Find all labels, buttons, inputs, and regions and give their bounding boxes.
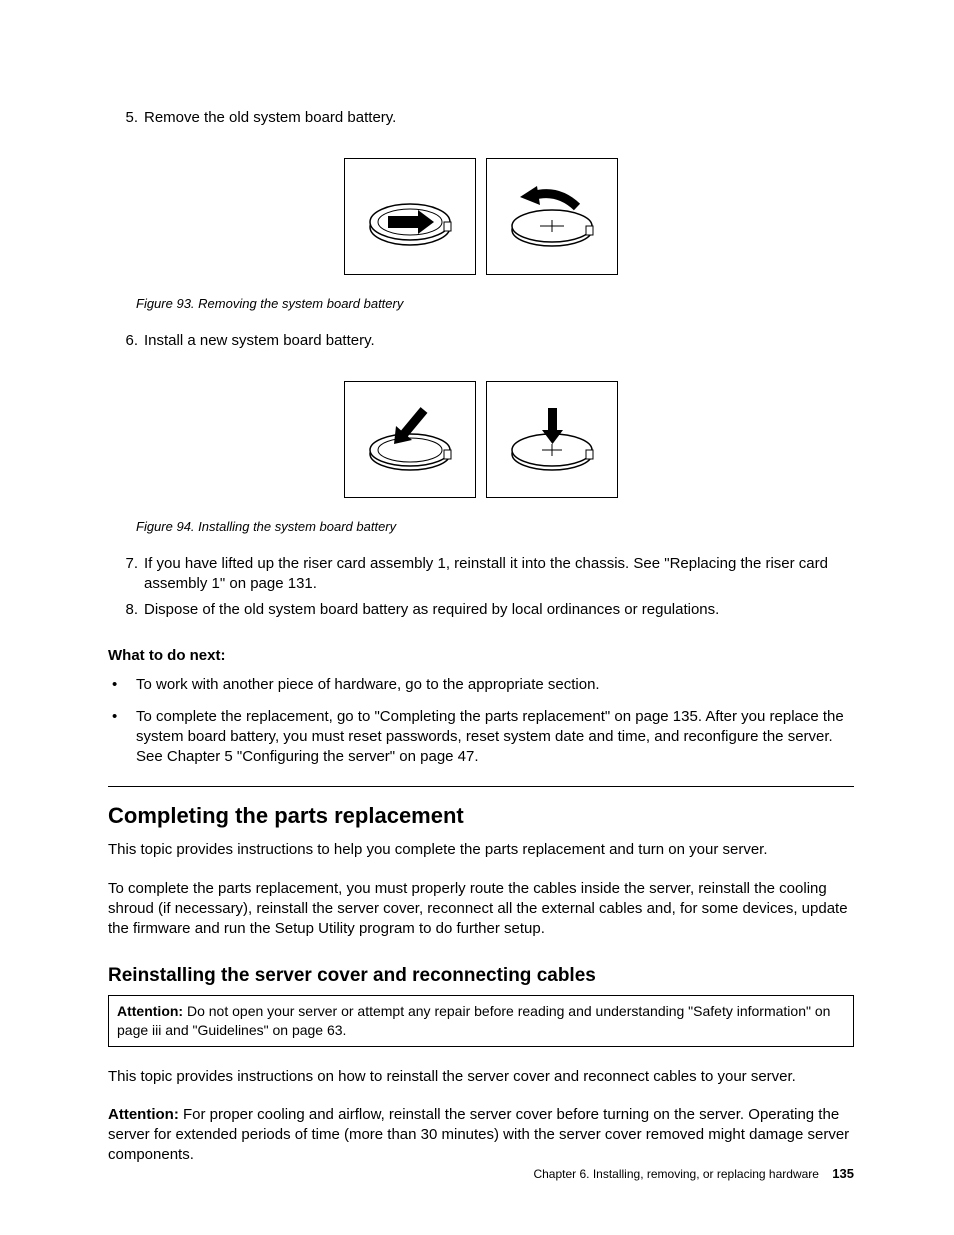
figure-93-caption: Figure 93. Removing the system board bat… [136,295,854,313]
battery-remove-lift-icon [486,158,618,275]
section-divider [108,786,854,787]
step-5: 5. Remove the old system board battery. [108,108,854,128]
bullet-text: To complete the replacement, go to "Comp… [136,707,854,768]
section-heading-completing: Completing the parts replacement [108,801,854,831]
attention-box: Attention: Do not open your server or at… [108,995,854,1047]
paragraph: To complete the parts replacement, you m… [108,879,854,940]
section-heading-reinstalling: Reinstalling the server cover and reconn… [108,963,854,989]
attention-text: Do not open your server or attempt any r… [117,1003,830,1038]
ordered-steps: 5. Remove the old system board battery. [108,108,854,128]
list-item: • To work with another piece of hardware… [108,675,854,695]
step-6: 6. Install a new system board battery. [108,331,854,351]
paragraph: This topic provides instructions on how … [108,1067,854,1087]
step-text: Remove the old system board battery. [144,108,854,128]
battery-install-press-icon [486,381,618,498]
what-next-heading: What to do next: [108,646,854,666]
document-page: 5. Remove the old system board battery. [0,0,954,1235]
step-text: Install a new system board battery. [144,331,854,351]
ordered-steps-cont: 6. Install a new system board battery. [108,331,854,351]
battery-remove-slide-icon [344,158,476,275]
figure-94-caption: Figure 94. Installing the system board b… [136,518,854,536]
page-footer: Chapter 6. Installing, removing, or repl… [533,1165,854,1183]
figure-93-images [108,158,854,275]
footer-page-number: 135 [832,1166,854,1181]
step-number: 5. [108,108,144,128]
step-8: 8. Dispose of the old system board batte… [108,600,854,620]
attention-label: Attention: [108,1106,179,1123]
footer-chapter: Chapter 6. Installing, removing, or repl… [533,1167,818,1181]
bullet-icon: • [108,707,136,768]
figure-94-images [108,381,854,498]
step-number: 8. [108,600,144,620]
bullet-text: To work with another piece of hardware, … [136,675,854,695]
step-text: If you have lifted up the riser card ass… [144,554,854,595]
step-7: 7. If you have lifted up the riser card … [108,554,854,595]
what-next-list: • To work with another piece of hardware… [108,675,854,768]
attention-paragraph: Attention: For proper cooling and airflo… [108,1105,854,1166]
step-text: Dispose of the old system board battery … [144,600,854,620]
bullet-icon: • [108,675,136,695]
ordered-steps-cont2: 7. If you have lifted up the riser card … [108,554,854,621]
step-number: 6. [108,331,144,351]
step-number: 7. [108,554,144,595]
attention-text: For proper cooling and airflow, reinstal… [108,1106,849,1164]
paragraph: This topic provides instructions to help… [108,840,854,860]
battery-install-angle-icon [344,381,476,498]
attention-label: Attention: [117,1003,183,1019]
list-item: • To complete the replacement, go to "Co… [108,707,854,768]
